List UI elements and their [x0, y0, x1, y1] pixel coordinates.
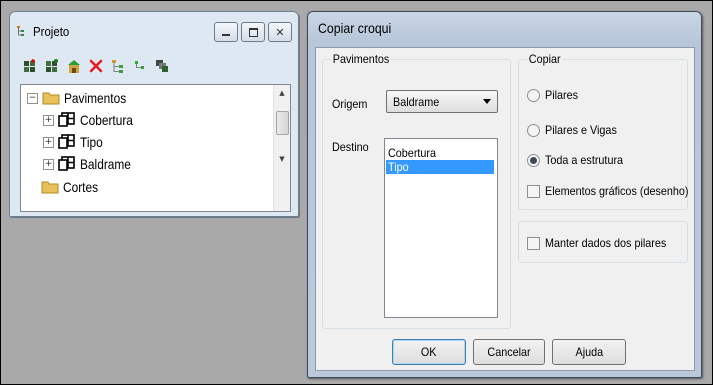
- project-tree[interactable]: − Pavimentos + Cobertura + Tipo + Baldra…: [20, 84, 291, 212]
- origem-label: Origem: [332, 97, 368, 111]
- tree-expander[interactable]: +: [43, 136, 54, 148]
- floor-icon: [58, 134, 75, 149]
- ok-label: OK: [421, 345, 437, 359]
- scroll-up-icon[interactable]: ▲: [277, 89, 287, 97]
- minimize-button[interactable]: [214, 22, 238, 42]
- close-icon: ✕: [275, 25, 285, 39]
- cancel-label: Cancelar: [487, 345, 531, 359]
- tree-expander[interactable]: −: [27, 92, 38, 104]
- list-item-selected[interactable]: Tipo: [386, 160, 494, 174]
- copiar-legend: Copiar: [527, 52, 563, 66]
- copiar-croqui-dialog: Copiar croqui Pavimentos Origem Baldrame…: [307, 11, 702, 378]
- checkbox-label: Manter dados dos pilares: [545, 236, 667, 250]
- dialog-title: Copiar croqui: [318, 20, 392, 36]
- ok-button[interactable]: OK: [392, 339, 466, 365]
- floor-icon: [58, 156, 75, 171]
- delete-icon[interactable]: [88, 58, 104, 74]
- list-item-label: Cobertura: [388, 146, 437, 160]
- add-floor-icon[interactable]: [22, 58, 38, 74]
- destino-listbox[interactable]: Cobertura Tipo: [384, 138, 498, 318]
- origem-select[interactable]: Baldrame: [386, 90, 498, 113]
- scroll-down-icon[interactable]: ▼: [277, 155, 287, 163]
- projeto-toolbar: [22, 58, 170, 74]
- tree-node-cortes[interactable]: Cortes: [41, 177, 104, 197]
- scroll-thumb[interactable]: [276, 111, 289, 135]
- tree-node-tipo[interactable]: + Tipo: [43, 132, 107, 152]
- tree-structure-icon: [17, 26, 24, 36]
- tree-node-label: Baldrame: [80, 156, 131, 172]
- radio-button[interactable]: [527, 88, 540, 102]
- tree-expander[interactable]: +: [43, 114, 54, 126]
- maximize-icon: [248, 27, 258, 37]
- pavimentos-legend: Pavimentos: [331, 52, 392, 66]
- help-label: Ajuda: [575, 345, 603, 359]
- destino-label: Destino: [332, 140, 369, 154]
- folder-icon: [42, 92, 60, 105]
- list-item[interactable]: Cobertura: [386, 146, 494, 160]
- manter-dados-checkbox[interactable]: Manter dados dos pilares: [527, 236, 680, 250]
- cancel-button[interactable]: Cancelar: [473, 339, 545, 365]
- folder-icon: [41, 181, 59, 194]
- radio-label: Pilares e Vigas: [545, 123, 617, 137]
- tree-expander[interactable]: +: [43, 158, 54, 170]
- checkbox-label: Elementos gráficos (desenho): [545, 184, 689, 198]
- layers-icon[interactable]: [154, 58, 170, 74]
- tree-node-label: Tipo: [80, 134, 103, 150]
- minimize-icon: [222, 33, 230, 36]
- radio-pilares[interactable]: Pilares: [527, 88, 582, 102]
- tree-node-label: Cortes: [63, 179, 99, 195]
- tree-node-pavimentos[interactable]: − Pavimentos: [27, 88, 137, 108]
- tree-node-cobertura[interactable]: + Cobertura: [43, 110, 142, 130]
- building-icon[interactable]: [66, 58, 82, 74]
- elementos-graficos-checkbox[interactable]: Elementos gráficos (desenho): [527, 184, 704, 198]
- radio-label: Toda a estrutura: [545, 153, 624, 167]
- checkbox[interactable]: [527, 236, 540, 250]
- radio-button[interactable]: [527, 123, 540, 137]
- floor-icon: [58, 112, 75, 127]
- tree-expand-icon[interactable]: [110, 58, 126, 74]
- tree-scrollbar[interactable]: ▲ ▼: [273, 85, 290, 211]
- projeto-window: Projeto ✕ − Pavimentos + Cobertura + Tip…: [9, 11, 299, 217]
- list-item-label: Tipo: [388, 160, 409, 174]
- dialog-body: Pavimentos Origem Baldrame Destino Cober…: [315, 47, 695, 371]
- radio-label: Pilares: [545, 88, 579, 102]
- tree-node-label: Cobertura: [80, 112, 133, 128]
- projeto-title-bar[interactable]: Projeto: [16, 20, 74, 42]
- origem-value: Baldrame: [393, 95, 440, 109]
- help-button[interactable]: Ajuda: [552, 339, 626, 365]
- checkbox[interactable]: [527, 184, 540, 198]
- radio-toda-a-estrutura[interactable]: Toda a estrutura: [527, 153, 632, 167]
- tree-collapse-icon[interactable]: [132, 58, 148, 74]
- radio-pilares-e-vigas[interactable]: Pilares e Vigas: [527, 123, 625, 137]
- copy-floor-icon[interactable]: [44, 58, 60, 74]
- projeto-title: Projeto: [33, 23, 70, 39]
- chevron-down-icon: [483, 99, 491, 104]
- maximize-button[interactable]: [241, 22, 265, 42]
- desktop-workspace: Projeto ✕ − Pavimentos + Cobertura + Tip…: [0, 0, 713, 385]
- close-button[interactable]: ✕: [268, 22, 292, 42]
- radio-button-selected[interactable]: [527, 153, 540, 167]
- tree-node-baldrame[interactable]: + Baldrame: [43, 154, 140, 174]
- tree-node-label: Pavimentos: [64, 90, 127, 106]
